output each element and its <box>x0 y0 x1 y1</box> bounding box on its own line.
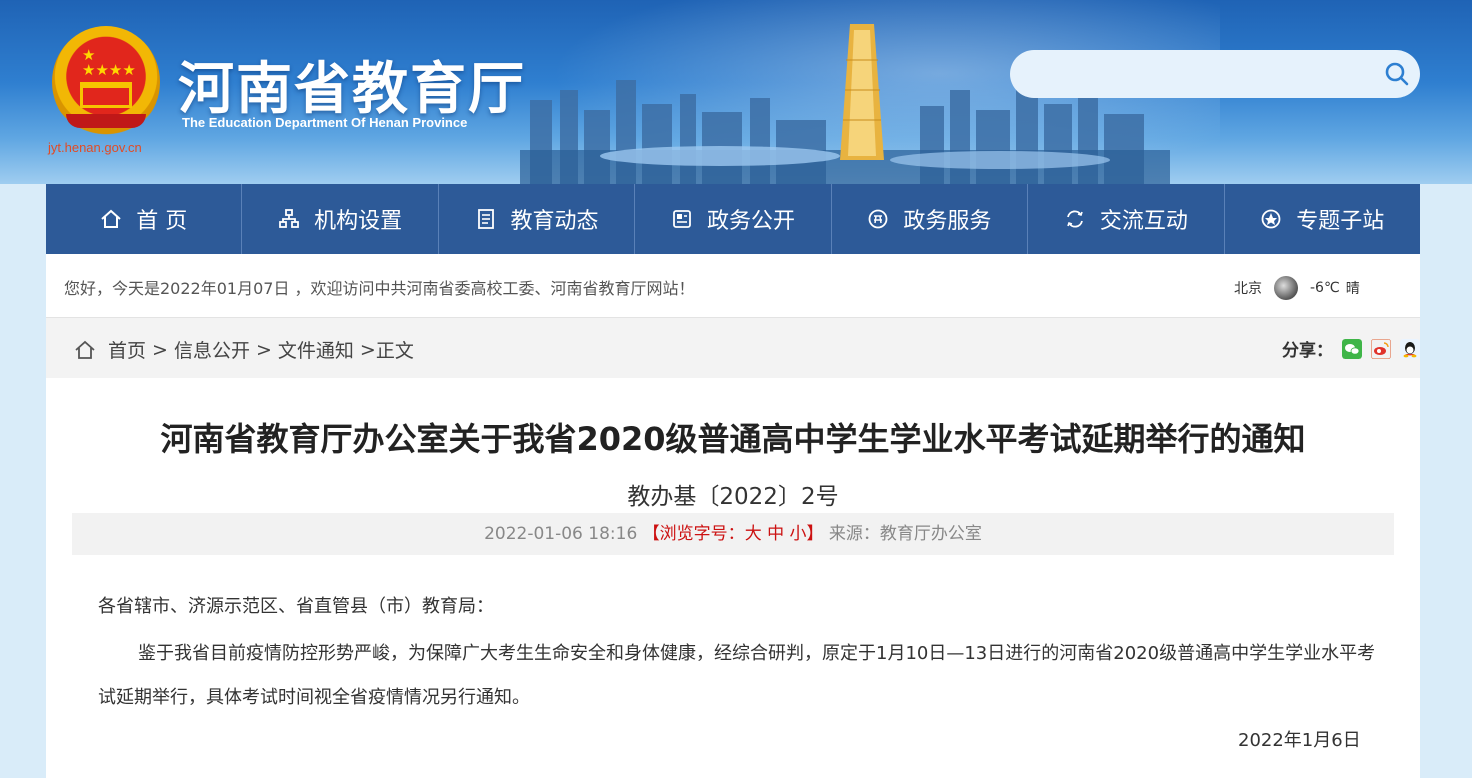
breadcrumb: 首页 > 信息公开 > 文件通知 > 正文 <box>74 336 414 363</box>
city-skyline-image <box>520 24 1170 184</box>
news-icon <box>477 209 494 229</box>
nav-label: 政务服务 <box>903 209 992 234</box>
font-size-large-button[interactable]: 大 <box>745 524 762 544</box>
weather-temp: -6℃ <box>1310 280 1340 296</box>
nav-item-home[interactable]: 首 页 <box>46 184 243 254</box>
emblem-stars: ★ ★★★★ <box>82 46 136 79</box>
breadcrumb-home[interactable]: 首页 <box>108 336 146 363</box>
site-name[interactable]: 河南省教育厅 <box>178 44 526 125</box>
qq-icon[interactable] <box>1400 338 1420 359</box>
article-meta-bar: 2022-01-06 18:16 【浏览字号：大 中 小】 来源：教育厅办公室 <box>72 513 1394 555</box>
emblem-gate <box>80 82 132 108</box>
interaction-icon <box>1066 210 1083 228</box>
share-label: 分享： <box>1282 341 1333 361</box>
national-emblem-logo: ★ ★★★★ <box>52 26 160 138</box>
font-size-medium-button[interactable]: 中 <box>767 524 784 544</box>
nav-label: 专题子站 <box>1296 209 1385 234</box>
document-number: 教办基〔2022〕2号 <box>627 484 839 510</box>
topic-icon <box>1261 209 1281 229</box>
home-icon <box>101 209 121 228</box>
nav-item-interaction[interactable]: 交流互动 <box>1028 184 1225 254</box>
nav-label: 教育动态 <box>510 209 599 234</box>
breadcrumb-info-open[interactable]: 信息公开 <box>174 336 250 363</box>
nav-item-news[interactable]: 教育动态 <box>439 184 636 254</box>
nav-item-topics[interactable]: 专题子站 <box>1225 184 1420 254</box>
info-bar: 您好，今天是2022年01月07日 ，欢迎访问中共河南省委高校工委、河南省教育厅… <box>46 254 1420 318</box>
article: 河南省教育厅办公室关于我省2020级普通高中学生学业水平考试延期举行的通知 教办… <box>46 378 1420 778</box>
breadcrumb-separator: > <box>359 338 376 361</box>
site-url[interactable]: jyt.henan.gov.cn <box>48 140 142 155</box>
gov-open-icon <box>673 210 691 228</box>
weather-condition: 晴 <box>1345 281 1360 297</box>
article-date: 2022年1月6日 <box>1238 730 1361 751</box>
font-size-label-open: 【浏览字号： <box>642 524 745 544</box>
share-bar: 分享： <box>1282 336 1420 361</box>
article-title: 河南省教育厅办公室关于我省2020级普通高中学生学业水平考试延期举行的通知 <box>160 420 1306 458</box>
home-icon <box>75 340 95 359</box>
article-source: 来源：教育厅办公室 <box>828 524 982 544</box>
breadcrumb-separator: > <box>255 338 272 361</box>
nav-item-org[interactable]: 机构设置 <box>242 184 439 254</box>
weibo-icon[interactable] <box>1371 338 1391 359</box>
nav-label: 机构设置 <box>314 209 403 234</box>
nav-label: 政务公开 <box>706 209 795 234</box>
weather-city: 北京 <box>1234 281 1262 297</box>
nav-label: 首 页 <box>136 209 188 234</box>
wechat-icon[interactable] <box>1342 338 1362 359</box>
search-icon[interactable] <box>1384 61 1410 87</box>
nav-label: 交流互动 <box>1099 209 1188 234</box>
weather-moon-icon <box>1274 276 1298 300</box>
main-nav: 首 页 机构设置 教育动态 政务公开 政务服务 交流互动 专题子站 <box>46 184 1420 254</box>
article-body: 鉴于我省目前疫情防控形势严峻，为保障广大考生生命安全和身体健康，经综合研判，原定… <box>98 643 1376 708</box>
gov-service-icon <box>868 209 888 229</box>
org-icon <box>279 209 300 228</box>
publish-datetime: 2022-01-06 18:16 <box>484 524 638 544</box>
emblem-ribbon <box>66 114 146 128</box>
breadcrumb-current: 正文 <box>375 340 414 362</box>
welcome-text: 您好，今天是2022年01月07日 ，欢迎访问中共河南省委高校工委、河南省教育厅… <box>64 279 695 298</box>
site-english-name: The Education Department Of Henan Provin… <box>182 115 468 130</box>
font-size-label-close: 】 <box>806 524 824 544</box>
search-box[interactable] <box>1010 50 1420 98</box>
site-header: ★ ★★★★ jyt.henan.gov.cn 河南省教育厅 The Educat… <box>0 0 1472 184</box>
breadcrumb-separator: > <box>152 338 168 361</box>
font-size-small-button[interactable]: 小 <box>790 524 807 544</box>
article-greeting: 各省辖市、济源示范区、省直管县（市）教育局： <box>98 596 494 617</box>
breadcrumb-bar: 首页 > 信息公开 > 文件通知 > 正文 分享： <box>46 318 1420 378</box>
search-input[interactable] <box>1030 58 1360 90</box>
breadcrumb-file-notice[interactable]: 文件通知 <box>278 336 354 363</box>
weather-widget: 北京 -6℃ 晴 <box>1234 276 1360 300</box>
font-size-switcher: 【浏览字号：大 中 小】 <box>643 524 824 544</box>
nav-item-gov-service[interactable]: 政务服务 <box>832 184 1029 254</box>
nav-item-gov-open[interactable]: 政务公开 <box>635 184 832 254</box>
